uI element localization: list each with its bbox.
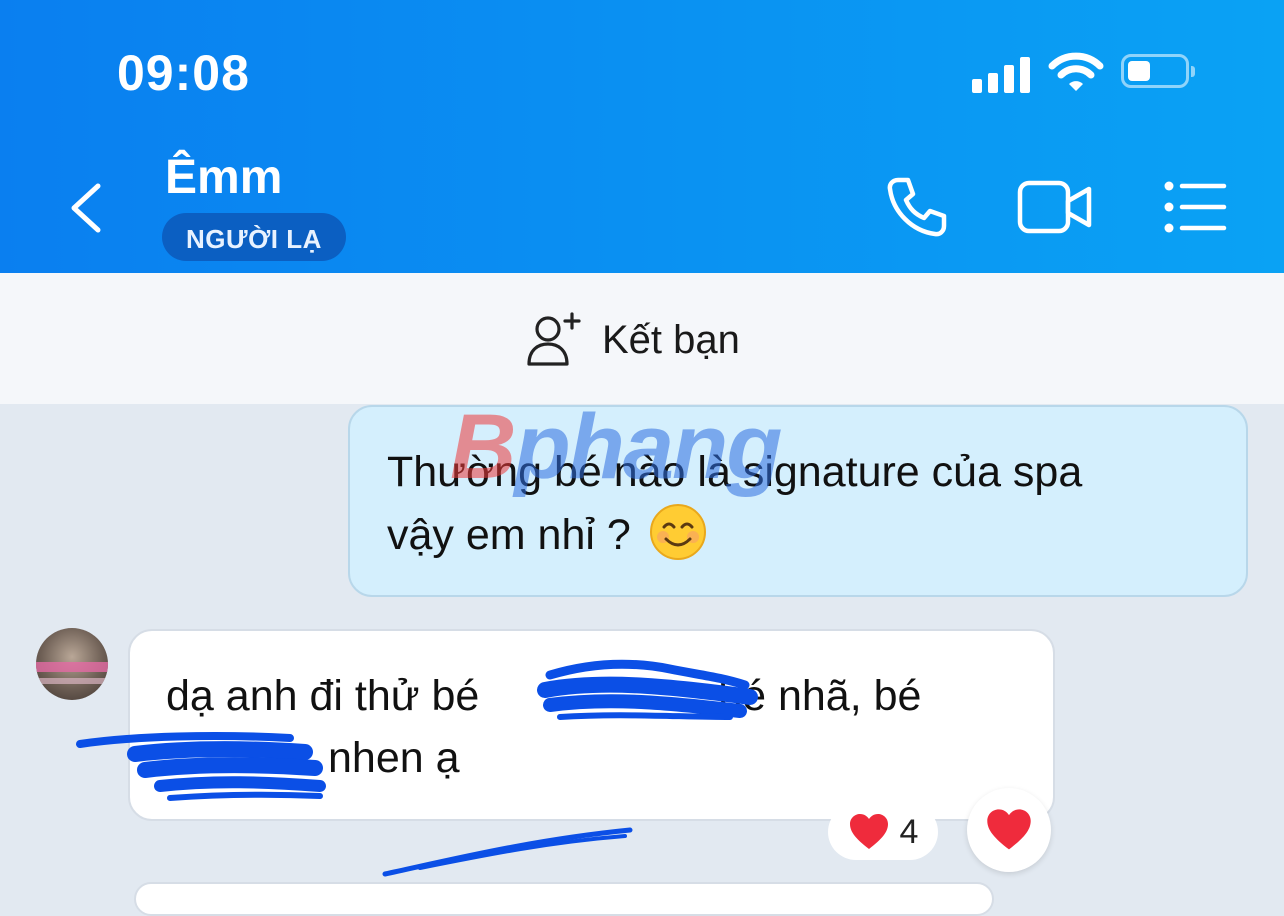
reaction-count: 4 [899, 812, 919, 851]
phone-icon[interactable] [884, 174, 950, 240]
message-line: dạ anh đi thử bé [166, 672, 480, 720]
battery-fill [1128, 61, 1150, 81]
back-icon[interactable] [62, 178, 112, 238]
add-person-icon [527, 312, 581, 366]
outgoing-message-bubble[interactable]: Thường bé nào là signature của spa vậy e… [348, 405, 1248, 597]
contact-name[interactable]: Êmm [165, 150, 282, 205]
add-friend-button[interactable]: Kết bạn [526, 310, 740, 370]
heart-icon [987, 809, 1031, 850]
react-button[interactable] [967, 788, 1051, 872]
menu-list-icon[interactable] [1162, 174, 1228, 240]
message-line: , bé nhã, bé [694, 672, 922, 720]
next-message-bubble [134, 882, 994, 916]
incoming-message-bubble[interactable]: dạ anh đi thử bé , bé nhã, bé nhen ạ [128, 629, 1055, 821]
status-time: 09:08 [117, 45, 250, 101]
chat-header: 09:08 Êmm NGƯỜI LẠ [0, 0, 1284, 273]
reaction-summary[interactable]: 4 [828, 804, 938, 860]
message-line: Thường bé nào là signature của spa [387, 448, 1083, 496]
message-line: nhen ạ [328, 734, 460, 782]
message-line: vậy em nhỉ ? [387, 511, 631, 559]
video-call-icon[interactable] [1017, 174, 1093, 240]
contact-avatar[interactable] [36, 628, 108, 700]
battery-icon [1121, 54, 1195, 88]
add-friend-label: Kết bạn [602, 317, 740, 362]
wifi-icon [1048, 52, 1104, 91]
stranger-badge: NGƯỜI LẠ [162, 213, 346, 261]
heart-icon [849, 814, 888, 849]
signal-icon [972, 55, 1032, 93]
redaction-scribble [382, 827, 633, 877]
smiling-face-emoji [649, 504, 706, 560]
